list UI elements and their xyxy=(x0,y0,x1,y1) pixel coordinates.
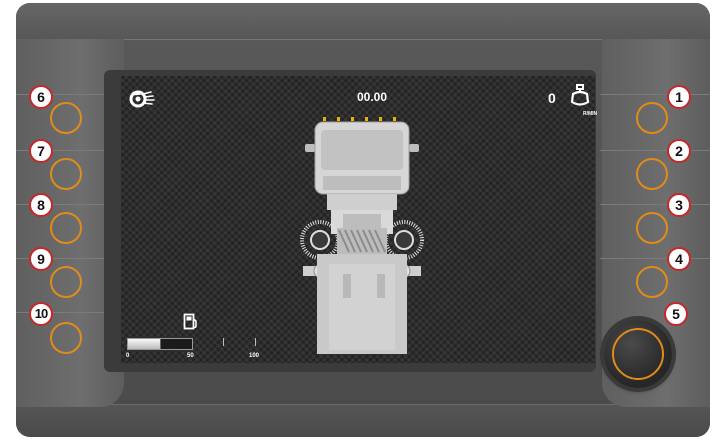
fuel-scale-tick xyxy=(223,338,224,346)
fuel-level-fill xyxy=(128,339,160,349)
rotary-knob[interactable] xyxy=(604,320,672,388)
right-button-4[interactable] xyxy=(636,266,668,298)
rotary-knob-ring xyxy=(612,328,664,380)
button-number-badge: 6 xyxy=(29,85,53,109)
button-number-badge: 9 xyxy=(29,247,53,271)
left-button-6[interactable] xyxy=(50,102,82,134)
right-divider xyxy=(600,94,710,95)
button-number-badge: 10 xyxy=(29,302,53,326)
button-number-badge: 1 xyxy=(667,85,691,109)
button-number-badge: 8 xyxy=(29,193,53,217)
right-button-1[interactable] xyxy=(636,102,668,134)
button-number-badge: 7 xyxy=(29,139,53,163)
street-sweeper-truck xyxy=(300,117,424,354)
button-number-badge: 5 xyxy=(664,302,688,326)
left-button-7[interactable] xyxy=(50,158,82,190)
fuel-scale-label-50: 50 xyxy=(187,353,194,359)
display-screen: 00.00 0 R/MIN 0 50 100 xyxy=(121,76,598,363)
fuel-level-bar xyxy=(127,338,193,350)
timer-readout: 00.00 xyxy=(357,90,388,104)
bottom-bezel xyxy=(16,404,710,437)
rpm-value: 0 xyxy=(548,90,556,106)
rpm-unit-label: R/MIN xyxy=(583,111,598,117)
button-number-badge: 3 xyxy=(667,193,691,217)
fuel-bar-divider xyxy=(160,339,161,349)
left-button-8[interactable] xyxy=(50,212,82,244)
right-divider xyxy=(600,258,710,259)
fuel-pump-icon xyxy=(183,313,197,330)
right-divider xyxy=(600,150,710,151)
left-button-10[interactable] xyxy=(50,322,82,354)
brush-washer-icon xyxy=(129,90,155,108)
top-bezel xyxy=(16,3,710,40)
right-button-3[interactable] xyxy=(636,212,668,244)
right-divider xyxy=(600,204,710,205)
button-number-badge: 2 xyxy=(667,139,691,163)
fuel-scale-label-100: 100 xyxy=(249,353,260,359)
button-number-badge: 4 xyxy=(667,247,691,271)
right-button-2[interactable] xyxy=(636,158,668,190)
fuel-scale-label-0: 0 xyxy=(126,353,130,359)
left-button-9[interactable] xyxy=(50,266,82,298)
fuel-scale-tick xyxy=(255,338,256,346)
engine-icon xyxy=(570,84,590,106)
